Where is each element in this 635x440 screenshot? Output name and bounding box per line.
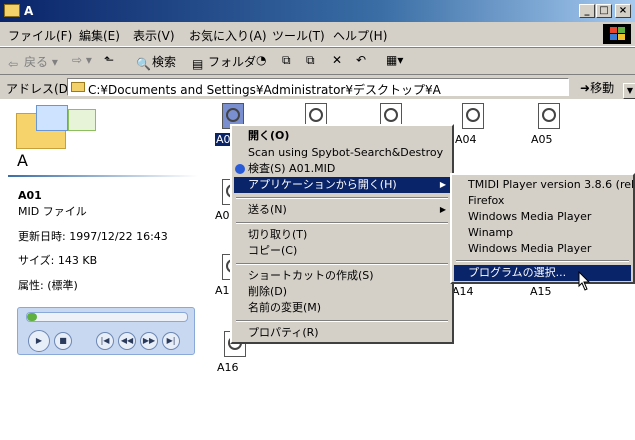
address-value: C:¥Documents and Settings¥Administrator¥…: [88, 83, 441, 97]
menu-item-spybot[interactable]: Scan using Spybot-Search&Destroy: [234, 145, 450, 161]
folder-icon: [6, 103, 101, 149]
file-item[interactable]: A04: [455, 103, 505, 153]
separator: [236, 197, 448, 199]
history-button[interactable]: ◔: [256, 53, 266, 67]
search-icon: 🔍: [136, 56, 151, 71]
submenu-item-winamp[interactable]: Winamp: [454, 225, 631, 241]
forward-button[interactable]: ⇨ ▾: [72, 53, 92, 67]
details-pane: A A01 MID ファイル 更新日時: 1997/12/22 16:43 サイ…: [0, 99, 210, 440]
window-title: A: [24, 4, 34, 18]
open-with-submenu: TMIDI Player version 3.8.6 (releas Firef…: [450, 173, 635, 284]
file-type: MID ファイル: [18, 205, 87, 218]
search-button[interactable]: 🔍検索: [136, 53, 177, 71]
back-button[interactable]: ⇦ 戻る ▾: [8, 53, 58, 71]
address-input[interactable]: C:¥Documents and Settings¥Administrator¥…: [67, 78, 635, 99]
menu-item-open-with[interactable]: アプリケーションから開く(H) ▶: [234, 177, 450, 193]
delete-button[interactable]: ✕: [332, 53, 342, 67]
menu-item-scan[interactable]: 検査(S) A01.MID: [234, 161, 450, 177]
minimize-button[interactable]: _: [579, 4, 595, 18]
folders-label: フォルダ: [208, 55, 257, 69]
address-label: アドレス(D): [6, 82, 73, 96]
back-label: 戻る: [24, 55, 49, 69]
close-button[interactable]: ×: [615, 4, 631, 18]
menu-item-copy[interactable]: コピー(C): [234, 243, 450, 259]
scan-icon: [235, 164, 245, 174]
menu-item-cut[interactable]: 切り取り(T): [234, 227, 450, 243]
rewind-icon[interactable]: ◀◀: [118, 332, 136, 350]
context-menu: 開く(O) Scan using Spybot-Search&Destroy 検…: [230, 124, 454, 344]
menu-view[interactable]: 表示(V): [133, 27, 175, 44]
menu-file[interactable]: ファイル(F): [8, 27, 72, 44]
title-bar[interactable]: A _ □ ×: [0, 0, 635, 22]
menu-tools[interactable]: ツール(T): [272, 27, 325, 44]
menu-edit[interactable]: 編集(E): [79, 27, 120, 44]
menu-favorites[interactable]: お気に入り(A): [189, 27, 267, 44]
separator: [456, 260, 629, 262]
menu-item-delete[interactable]: 削除(D): [234, 284, 450, 300]
search-label: 検索: [152, 55, 177, 69]
menu-item-open[interactable]: 開く(O): [234, 128, 450, 144]
play-icon[interactable]: ▶: [28, 330, 50, 352]
views-button[interactable]: ▦▾: [386, 53, 403, 67]
previous-icon[interactable]: |◀: [96, 332, 114, 350]
go-label: 移動: [590, 81, 615, 95]
midi-file-icon: [538, 103, 560, 129]
go-button[interactable]: ➜移動: [580, 79, 614, 96]
menu-item-properties[interactable]: プロパティ(R): [234, 325, 450, 341]
file-attributes: 属性: (標準): [18, 279, 78, 292]
folder-icon: [4, 4, 20, 17]
undo-button[interactable]: ↶: [356, 53, 366, 67]
divider: [8, 175, 198, 177]
menu-item-send-to[interactable]: 送る(N) ▶: [234, 202, 450, 218]
back-arrow-icon: ⇦: [8, 56, 19, 71]
submenu-item-firefox[interactable]: Firefox: [454, 193, 631, 209]
submenu-item-wmp[interactable]: Windows Media Player: [454, 209, 631, 225]
file-item[interactable]: A05: [531, 103, 581, 153]
midi-file-icon: [462, 103, 484, 129]
folders-button[interactable]: ▤ フォルダ: [192, 53, 257, 71]
move-to-button[interactable]: ⧉: [282, 53, 291, 68]
separator: [236, 320, 448, 322]
fast-forward-icon[interactable]: ▶▶: [140, 332, 158, 350]
file-name: A01: [18, 189, 42, 202]
chevron-down-icon[interactable]: ▼: [623, 83, 635, 99]
folder-icon: [71, 82, 85, 92]
submenu-item-wmp-2[interactable]: Windows Media Player: [454, 241, 631, 257]
windows-logo-icon: [603, 24, 631, 44]
submenu-item-choose-program[interactable]: プログラムの選択...: [454, 265, 631, 281]
submenu-arrow-icon: ▶: [439, 180, 446, 189]
file-size: サイズ: 143 KB: [18, 254, 98, 267]
mouse-cursor-icon: [578, 271, 591, 291]
separator: [236, 222, 448, 224]
stop-icon[interactable]: ■: [54, 332, 72, 350]
address-bar: アドレス(D) C:¥Documents and Settings¥Admini…: [0, 74, 635, 100]
folder-name: A: [17, 151, 28, 170]
seek-bar[interactable]: [26, 312, 188, 322]
menu-help[interactable]: ヘルプ(H): [333, 27, 387, 44]
submenu-arrow-icon: ▶: [439, 205, 446, 214]
copy-to-button[interactable]: ⧉: [306, 53, 315, 68]
next-icon[interactable]: ▶|: [162, 332, 180, 350]
seek-progress: [27, 313, 37, 321]
maximize-button[interactable]: □: [596, 4, 612, 18]
up-folder-button[interactable]: ⬑: [104, 53, 114, 67]
menu-bar: ファイル(F) 編集(E) 表示(V) お気に入り(A) ツール(T) ヘルプ(…: [0, 22, 635, 47]
menu-item-create-shortcut[interactable]: ショートカットの作成(S): [234, 268, 450, 284]
separator: [236, 263, 448, 265]
media-player: ▶ ■ |◀ ◀◀ ▶▶ ▶|: [17, 307, 195, 355]
toolbar: ⇦ 戻る ▾ ⇨ ▾ ⬑ 🔍検索 ▤ フォルダ ◔ ⧉ ⧉ ✕ ↶ ▦▾: [0, 47, 635, 74]
menu-item-rename[interactable]: 名前の変更(M): [234, 300, 450, 316]
modified-date: 更新日時: 1997/12/22 16:43: [18, 230, 168, 243]
submenu-item-tmidi[interactable]: TMIDI Player version 3.8.6 (releas: [454, 177, 633, 193]
folders-icon: ▤: [192, 56, 204, 71]
